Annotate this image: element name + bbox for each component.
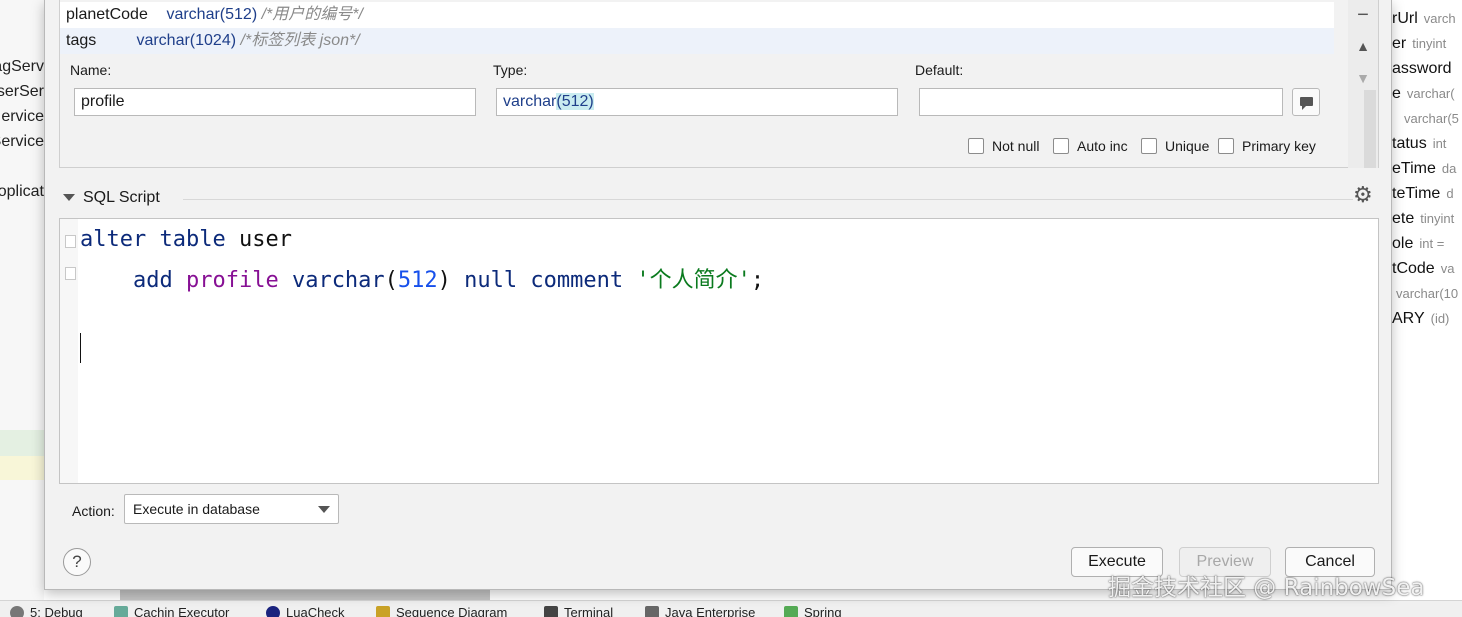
schema-row[interactable]: ete tinyint	[1392, 210, 1454, 228]
checkbox-label: Primary key	[1242, 138, 1316, 154]
bug-icon	[10, 606, 24, 617]
schema-row[interactable]: e varchar(	[1392, 85, 1455, 103]
tab-spring[interactable]: Spring	[784, 605, 842, 617]
help-button[interactable]: ?	[63, 548, 91, 576]
tab-java-enterprise[interactable]: Java Enterprise	[645, 605, 755, 617]
background-project-tree: agServ serSer ervice Service oplicat	[0, 0, 44, 600]
tab-terminal[interactable]: Terminal	[544, 605, 613, 617]
column-comment: /*用户的编号*/	[261, 6, 363, 23]
column-type: varchar(1024)	[136, 32, 237, 49]
executor-icon	[114, 606, 128, 617]
checkbox-label: Not null	[992, 138, 1040, 154]
chevron-down-icon	[318, 506, 330, 513]
schema-row[interactable]: varchar(10	[1392, 285, 1458, 303]
sql-editor[interactable]: alter table user add profile varchar(512…	[59, 218, 1379, 484]
tree-item[interactable]: agServ	[0, 58, 44, 76]
schema-row[interactable]: varchar(5	[1398, 110, 1459, 128]
remove-column-button[interactable]: −	[1356, 4, 1370, 27]
column-comment: /*标签列表 json*/	[240, 32, 360, 49]
name-field[interactable]: profile	[74, 88, 476, 116]
auto-inc-checkbox[interactable]: Auto inc	[1053, 136, 1128, 156]
checkbox-box[interactable]	[968, 138, 984, 154]
tab-sequence-diagram[interactable]: Sequence Diagram	[376, 605, 507, 617]
type-value: varchar	[503, 93, 557, 110]
schema-row[interactable]: tCode va	[1392, 260, 1454, 278]
gear-icon[interactable]: ⚙	[1353, 182, 1373, 208]
unique-checkbox[interactable]: Unique	[1141, 136, 1209, 156]
move-up-button[interactable]: ▲	[1356, 38, 1370, 54]
move-down-button[interactable]: ▼	[1356, 70, 1370, 86]
comment-button[interactable]	[1292, 88, 1320, 116]
background-schema-panel: rUrl varch er tinyint assword e varchar( va…	[1392, 0, 1462, 600]
terminal-icon	[544, 606, 558, 617]
schema-row[interactable]: teTime d	[1392, 185, 1454, 203]
code-line-1: alter table user	[80, 227, 292, 252]
name-value: profile	[81, 93, 125, 110]
tab-debug[interactable]: 5: Debug	[10, 605, 83, 617]
spring-icon	[784, 606, 798, 617]
modify-table-dialog: planetCode varchar(512) /*用户的编号*/ tags v…	[44, 0, 1392, 590]
schema-row[interactable]: er tinyint	[1392, 35, 1446, 53]
tab-cachin-executor[interactable]: Cachin Executor	[114, 605, 229, 617]
default-field[interactable]	[919, 88, 1283, 116]
name-label: Name:	[70, 62, 112, 78]
fold-marker-icon[interactable]	[65, 235, 76, 248]
tree-item[interactable]: serSer	[0, 83, 44, 101]
comment-icon	[1300, 97, 1313, 110]
checkbox-box[interactable]	[1218, 138, 1234, 154]
watermark: 掘金技术社区 @ RainbowSea	[1108, 575, 1425, 601]
default-label: Default:	[915, 62, 964, 78]
schema-row[interactable]: tatus int	[1392, 135, 1446, 153]
tab-luacheck[interactable]: LuaCheck	[266, 605, 345, 617]
type-length: (512)	[556, 93, 594, 110]
section-title: SQL Script	[83, 189, 160, 206]
primary-key-checkbox[interactable]: Primary key	[1218, 136, 1316, 156]
text-caret	[80, 333, 81, 363]
checkbox-label: Auto inc	[1077, 138, 1128, 154]
column-name: planetCode	[66, 6, 148, 23]
column-type: varchar(512)	[166, 6, 258, 23]
action-selected-value: Execute in database	[133, 501, 260, 517]
diagram-icon	[376, 606, 390, 617]
action-select[interactable]: Execute in database	[124, 494, 339, 524]
code-line-2: add profile varchar(512) null comment '个…	[132, 268, 765, 293]
action-label: Action:	[72, 503, 115, 519]
editor-gutter	[60, 219, 78, 483]
type-field[interactable]: varchar(512)	[496, 88, 898, 116]
type-label: Type:	[493, 62, 528, 78]
divider	[183, 199, 1353, 200]
column-list-toolbar: − ▲ ▼	[1348, 0, 1378, 168]
tree-item[interactable]: ervice	[1, 108, 44, 126]
sql-script-header: SQL Script ⚙	[61, 182, 1381, 210]
checkbox-box[interactable]	[1141, 138, 1157, 154]
column-editor-panel: planetCode varchar(512) /*用户的编号*/ tags v…	[59, 0, 1379, 168]
scrollbar-thumb[interactable]	[1364, 90, 1376, 168]
tool-window-bar: 5: Debug Cachin Executor LuaCheck Sequen…	[0, 600, 1462, 617]
schema-row[interactable]: ARY (id)	[1392, 310, 1449, 328]
not-null-checkbox[interactable]: Not null	[968, 136, 1039, 156]
horizontal-scrollbar[interactable]	[120, 590, 490, 600]
fold-marker-icon[interactable]	[65, 267, 76, 280]
highlight-line	[0, 456, 44, 480]
column-row[interactable]: tags varchar(1024) /*标签列表 json*/	[60, 28, 1334, 54]
lua-icon	[266, 606, 280, 617]
java-enterprise-icon	[645, 606, 659, 617]
schema-row[interactable]: assword	[1392, 60, 1458, 78]
schema-row[interactable]: eTime da	[1392, 160, 1456, 178]
schema-row[interactable]: rUrl varch	[1392, 10, 1456, 28]
highlight-line	[0, 430, 44, 456]
tree-item[interactable]: oplicat	[0, 183, 44, 201]
checkbox-box[interactable]	[1053, 138, 1069, 154]
tree-item[interactable]: Service	[0, 133, 44, 151]
column-name: tags	[66, 32, 97, 49]
checkbox-label: Unique	[1165, 138, 1210, 154]
column-list: planetCode varchar(512) /*用户的编号*/ tags v…	[60, 0, 1334, 56]
schema-row[interactable]: ole int =	[1392, 235, 1444, 253]
column-row[interactable]: planetCode varchar(512) /*用户的编号*/	[60, 2, 1334, 28]
collapse-icon[interactable]	[63, 194, 75, 201]
